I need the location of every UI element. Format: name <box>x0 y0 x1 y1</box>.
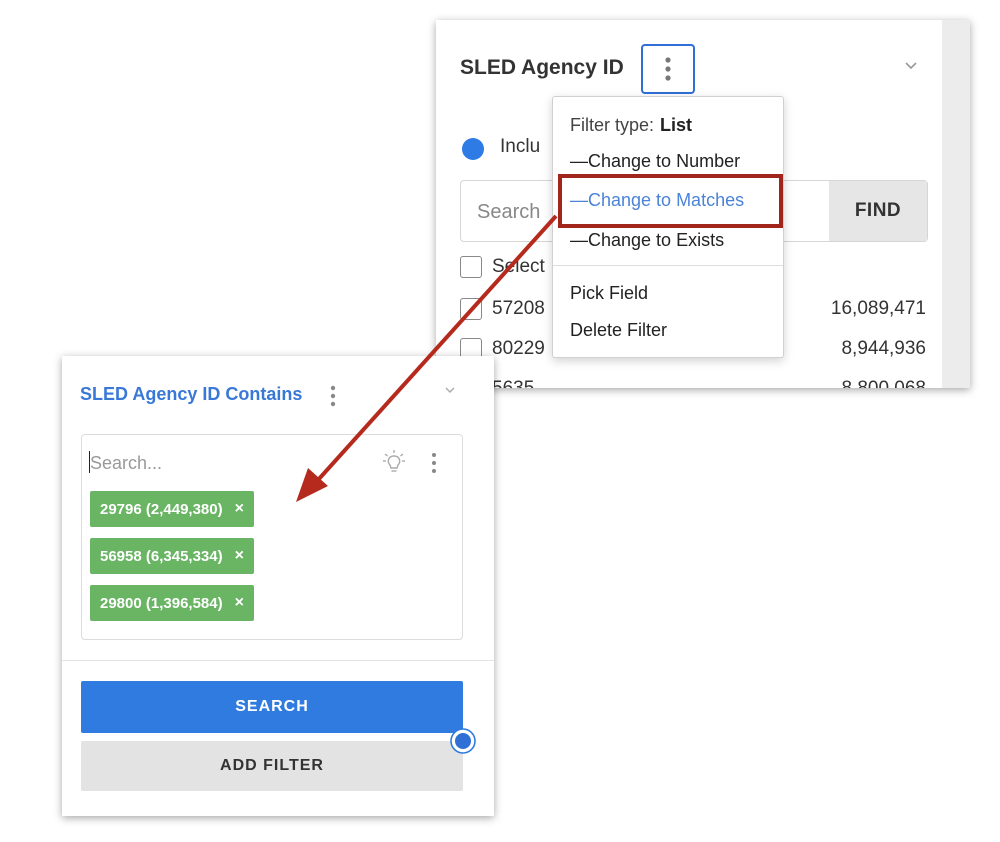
filter-tag[interactable]: 29796 (2,449,380) × <box>90 491 254 527</box>
menu-divider <box>553 265 783 266</box>
select-all-checkbox[interactable] <box>460 256 482 278</box>
add-filter-button[interactable]: ADD FILTER <box>81 741 463 791</box>
resize-handle-icon[interactable] <box>448 726 478 756</box>
select-all-label: Select <box>492 256 545 277</box>
filter-tag[interactable]: 56958 (6,345,334) × <box>90 538 254 574</box>
row-label: 5635 <box>492 378 534 388</box>
filter-tag[interactable]: 29800 (1,396,584) × <box>90 585 254 621</box>
front-panel-title: SLED Agency ID Contains <box>80 384 303 404</box>
menu-filter-type: Filter type: List <box>570 115 692 136</box>
close-icon[interactable]: × <box>235 547 244 565</box>
row-label: 57208 <box>492 298 545 319</box>
close-icon[interactable]: × <box>235 500 244 518</box>
filter-tag-label: 56958 (6,345,334) <box>100 547 223 565</box>
filter-type-value: List <box>660 115 693 135</box>
menu-item-change-number[interactable]: —Change to Number <box>570 151 740 172</box>
row-label: 80229 <box>492 338 545 359</box>
tag-input-box[interactable]: Search... 29796 (2,449,380) × 56958 (6,3… <box>81 434 463 640</box>
kebab-menu-icon[interactable] <box>328 384 338 408</box>
row-count: 8,944,936 <box>841 338 926 359</box>
filter-type-label: Filter type: <box>570 115 655 135</box>
annotation-highlight-box <box>558 174 783 228</box>
panel-scrollbar[interactable] <box>942 20 970 388</box>
front-filter-panel: SLED Agency ID Contains Search... 29796 … <box>62 356 494 816</box>
tag-search-input[interactable]: Search... <box>90 453 162 474</box>
chevron-down-icon[interactable] <box>444 384 456 396</box>
kebab-menu-icon[interactable] <box>430 451 438 475</box>
row-count: 16,089,471 <box>830 298 926 319</box>
kebab-menu-icon <box>665 57 671 81</box>
back-search-placeholder: Search <box>477 201 541 223</box>
filter-tag-label: 29796 (2,449,380) <box>100 500 223 518</box>
lightbulb-icon[interactable] <box>382 449 406 477</box>
find-button[interactable]: FIND <box>829 181 927 241</box>
close-icon[interactable]: × <box>235 594 244 612</box>
menu-item-pick-field[interactable]: Pick Field <box>570 283 648 304</box>
back-kebab-menu-button[interactable] <box>641 44 695 94</box>
include-label: Inclu <box>500 136 541 157</box>
search-button[interactable]: SEARCH <box>81 681 463 733</box>
chevron-down-icon[interactable] <box>904 58 918 72</box>
menu-item-delete-filter[interactable]: Delete Filter <box>570 320 667 341</box>
row-checkbox[interactable] <box>460 298 482 320</box>
menu-item-change-exists[interactable]: —Change to Exists <box>570 230 724 251</box>
back-panel-title: SLED Agency ID <box>460 56 624 79</box>
row-count: 8,800,068 <box>841 378 926 388</box>
panel-divider <box>62 660 494 661</box>
include-radio[interactable] <box>462 138 484 160</box>
filter-tag-label: 29800 (1,396,584) <box>100 594 223 612</box>
